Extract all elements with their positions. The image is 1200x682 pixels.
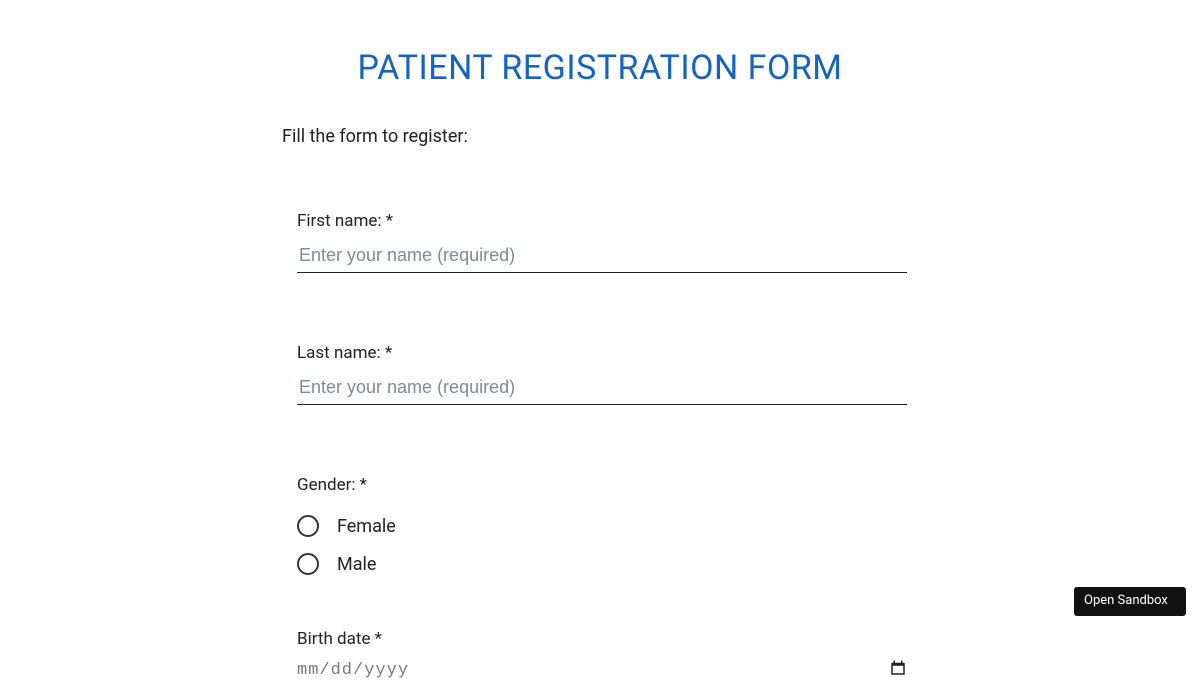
radio-female-label: Female — [337, 516, 396, 537]
radio-male[interactable] — [297, 553, 319, 575]
last-name-label: Last name: * — [297, 343, 907, 363]
open-sandbox-button[interactable]: Open Sandbox — [1074, 587, 1186, 616]
gender-option-male[interactable]: Male — [297, 553, 907, 575]
gender-label: Gender: * — [297, 475, 907, 495]
first-name-field: First name: * — [297, 211, 907, 273]
last-name-input[interactable] — [297, 373, 907, 405]
birth-date-input[interactable]: mm/dd/yyyy — [297, 661, 409, 680]
first-name-input[interactable] — [297, 241, 907, 273]
form-subtitle: Fill the form to register: — [282, 126, 1200, 147]
first-name-label: First name: * — [297, 211, 907, 231]
radio-male-label: Male — [337, 554, 376, 575]
gender-option-female[interactable]: Female — [297, 515, 907, 537]
last-name-field: Last name: * — [297, 343, 907, 405]
registration-form: First name: * Last name: * Gender: * Fem… — [297, 211, 907, 682]
gender-field: Gender: * Female Male — [297, 475, 907, 575]
page-title: PATIENT REGISTRATION FORM — [0, 48, 1200, 88]
birth-date-label: Birth date * — [297, 629, 907, 649]
calendar-icon[interactable] — [889, 659, 907, 681]
birth-date-field: Birth date * mm/dd/yyyy — [297, 629, 907, 682]
radio-female[interactable] — [297, 515, 319, 537]
